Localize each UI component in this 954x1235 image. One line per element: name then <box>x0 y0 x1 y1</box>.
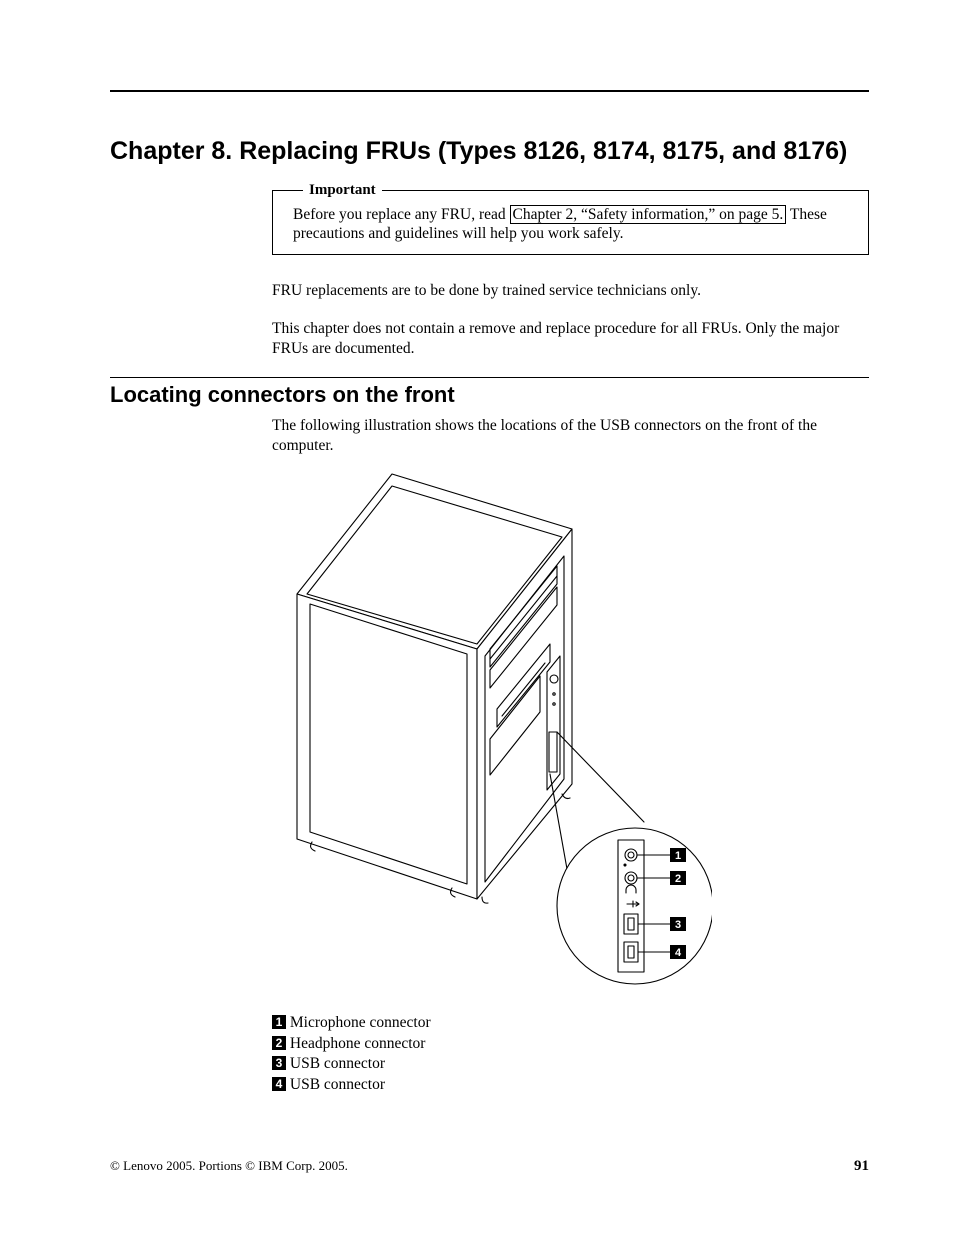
tower-svg: 1 2 3 4 <box>272 464 712 999</box>
callout-1: 1 <box>675 850 681 862</box>
key-label-1: Microphone connector <box>290 1014 431 1031</box>
section-intro: The following illustration shows the loc… <box>272 416 869 456</box>
para-fru-trained: FRU replacements are to be done by train… <box>272 281 869 301</box>
key-label-3: USB connector <box>290 1055 385 1072</box>
section-title: Locating connectors on the front <box>110 382 869 408</box>
chapter-title: Chapter 8. Replacing FRUs (Types 8126, 8… <box>110 137 869 166</box>
callout-2: 2 <box>675 873 681 885</box>
callout-4: 4 <box>675 947 682 959</box>
key-num-2: 2 <box>272 1036 286 1050</box>
important-text-before: Before you replace any FRU, read <box>293 206 510 223</box>
connector-key-list: 1 Microphone connector 2 Headphone conne… <box>272 1013 869 1094</box>
key-num-3: 3 <box>272 1056 286 1070</box>
footer-copyright: © Lenovo 2005. Portions © IBM Corp. 2005… <box>110 1158 348 1174</box>
important-callout-box: Important Before you replace any FRU, re… <box>272 190 869 255</box>
key-num-4: 4 <box>272 1077 286 1091</box>
page-footer: © Lenovo 2005. Portions © IBM Corp. 2005… <box>110 1158 869 1175</box>
key-label-2: Headphone connector <box>290 1035 426 1052</box>
section-rule <box>110 377 869 378</box>
callout-3: 3 <box>675 919 681 931</box>
key-label-4: USB connector <box>290 1076 385 1093</box>
page-number: 91 <box>854 1158 869 1175</box>
front-connectors-illustration: 1 2 3 4 <box>272 464 869 999</box>
key-row-1: 1 Microphone connector <box>272 1013 869 1032</box>
key-row-4: 4 USB connector <box>272 1075 869 1094</box>
para-major-frus: This chapter does not contain a remove a… <box>272 319 869 359</box>
important-legend: Important <box>303 181 382 200</box>
key-row-2: 2 Headphone connector <box>272 1034 869 1053</box>
safety-info-link[interactable]: Chapter 2, “Safety information,” on page… <box>510 205 787 224</box>
key-row-3: 3 USB connector <box>272 1054 869 1073</box>
top-horizontal-rule <box>110 90 869 92</box>
key-num-1: 1 <box>272 1015 286 1029</box>
